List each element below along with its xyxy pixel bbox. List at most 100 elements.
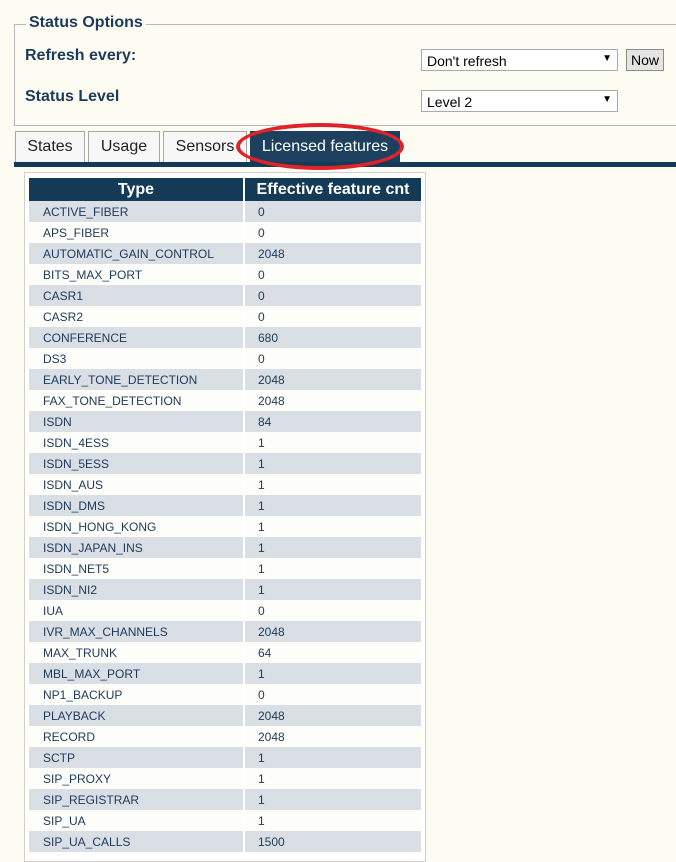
feature-count-cell: 1 xyxy=(245,768,421,789)
feature-type-cell: CASR1 xyxy=(29,285,245,306)
refresh-select-value: Don't refresh xyxy=(427,53,507,69)
table-row: ISDN_5ESS 1 xyxy=(29,453,421,474)
table-row: RECORD 2048 xyxy=(29,726,421,747)
feature-count-cell: 0 xyxy=(245,348,421,369)
table-row: ISDN_JAPAN_INS 1 xyxy=(29,537,421,558)
table-row: FAX_TONE_DETECTION 2048 xyxy=(29,390,421,411)
feature-count-cell: 1 xyxy=(245,537,421,558)
feature-type-cell: FAX_TONE_DETECTION xyxy=(29,390,245,411)
feature-type-cell: ISDN_AUS xyxy=(29,474,245,495)
chevron-down-icon: ▼ xyxy=(602,94,612,105)
tab-states[interactable]: States xyxy=(15,131,85,162)
feature-count-cell: 1 xyxy=(245,810,421,831)
table-row: ISDN_NI2 1 xyxy=(29,579,421,600)
table-row: ACTIVE_FIBER 0 xyxy=(29,201,421,222)
tab-bar-underline xyxy=(14,162,676,167)
feature-type-cell: ISDN xyxy=(29,411,245,432)
table-row: NP1_BACKUP 0 xyxy=(29,684,421,705)
table-row: AUTOMATIC_GAIN_CONTROL 2048 xyxy=(29,243,421,264)
feature-count-cell: 0 xyxy=(245,285,421,306)
column-header-count: Effective feature cnt xyxy=(245,178,421,201)
table-row: APS_FIBER 0 xyxy=(29,222,421,243)
feature-type-cell: ISDN_NET5 xyxy=(29,558,245,579)
feature-count-cell: 2048 xyxy=(245,621,421,642)
status-level-label: Status Level xyxy=(25,88,120,105)
feature-type-cell: SIP_PROXY xyxy=(29,768,245,789)
feature-count-cell: 0 xyxy=(245,201,421,222)
table-body: ACTIVE_FIBER 0 APS_FIBER 0 AUTOMATIC_GAIN_CO… xyxy=(29,201,421,852)
feature-type-cell: CASR2 xyxy=(29,306,245,327)
table-row: MBL_MAX_PORT 1 xyxy=(29,663,421,684)
feature-count-cell: 64 xyxy=(245,642,421,663)
licensed-features-table: Type Effective feature cnt ACTIVE_FIBER 0… xyxy=(29,178,421,852)
table-row: ISDN_DMS 1 xyxy=(29,495,421,516)
feature-count-cell: 2048 xyxy=(245,726,421,747)
feature-count-cell: 2048 xyxy=(245,705,421,726)
feature-type-cell: ISDN_NI2 xyxy=(29,579,245,600)
table-row: SIP_UA 1 xyxy=(29,810,421,831)
feature-type-cell: MAX_TRUNK xyxy=(29,642,245,663)
feature-type-cell: CONFERENCE xyxy=(29,327,245,348)
feature-type-cell: IUA xyxy=(29,600,245,621)
feature-count-cell: 1500 xyxy=(245,831,421,852)
table-row: ISDN_AUS 1 xyxy=(29,474,421,495)
tab-licensed-features[interactable]: Licensed features xyxy=(250,131,400,162)
feature-type-cell: MBL_MAX_PORT xyxy=(29,663,245,684)
feature-count-cell: 0 xyxy=(245,264,421,285)
table-row: CASR2 0 xyxy=(29,306,421,327)
table-row: ISDN_4ESS 1 xyxy=(29,432,421,453)
feature-type-cell: PLAYBACK xyxy=(29,705,245,726)
table-row: IUA 0 xyxy=(29,600,421,621)
table-row: ISDN 84 xyxy=(29,411,421,432)
feature-count-cell: 0 xyxy=(245,306,421,327)
feature-type-cell: ISDN_5ESS xyxy=(29,453,245,474)
feature-count-cell: 1 xyxy=(245,789,421,810)
table-row: SIP_UA_CALLS 1500 xyxy=(29,831,421,852)
feature-count-cell: 0 xyxy=(245,600,421,621)
feature-type-cell: IVR_MAX_CHANNELS xyxy=(29,621,245,642)
feature-type-cell: APS_FIBER xyxy=(29,222,245,243)
table-row: CONFERENCE 680 xyxy=(29,327,421,348)
feature-count-cell: 0 xyxy=(245,222,421,243)
feature-count-cell: 2048 xyxy=(245,390,421,411)
feature-type-cell: ACTIVE_FIBER xyxy=(29,201,245,222)
table-row: PLAYBACK 2048 xyxy=(29,705,421,726)
now-button[interactable]: Now xyxy=(626,49,664,71)
feature-count-cell: 1 xyxy=(245,432,421,453)
feature-type-cell: SCTP xyxy=(29,747,245,768)
licensed-features-panel: Type Effective feature cnt ACTIVE_FIBER 0… xyxy=(24,172,426,862)
table-row: BITS_MAX_PORT 0 xyxy=(29,264,421,285)
status-level-select[interactable]: Level 2 ▼ xyxy=(421,90,618,112)
feature-type-cell: ISDN_HONG_KONG xyxy=(29,516,245,537)
feature-count-cell: 1 xyxy=(245,579,421,600)
feature-type-cell: AUTOMATIC_GAIN_CONTROL xyxy=(29,243,245,264)
feature-count-cell: 84 xyxy=(245,411,421,432)
refresh-select[interactable]: Don't refresh ▼ xyxy=(421,49,618,71)
feature-type-cell: BITS_MAX_PORT xyxy=(29,264,245,285)
feature-type-cell: NP1_BACKUP xyxy=(29,684,245,705)
column-header-type: Type xyxy=(29,178,245,201)
feature-type-cell: EARLY_TONE_DETECTION xyxy=(29,369,245,390)
refresh-label: Refresh every: xyxy=(25,47,137,64)
chevron-down-icon: ▼ xyxy=(602,53,612,64)
feature-type-cell: SIP_REGISTRAR xyxy=(29,789,245,810)
table-row: CASR1 0 xyxy=(29,285,421,306)
tab-sensors[interactable]: Sensors xyxy=(163,131,247,162)
table-row: ISDN_HONG_KONG 1 xyxy=(29,516,421,537)
table-row: SCTP 1 xyxy=(29,747,421,768)
feature-type-cell: RECORD xyxy=(29,726,245,747)
table-row: SIP_REGISTRAR 1 xyxy=(29,789,421,810)
table-row: DS3 0 xyxy=(29,348,421,369)
feature-count-cell: 1 xyxy=(245,516,421,537)
feature-type-cell: SIP_UA xyxy=(29,810,245,831)
feature-count-cell: 2048 xyxy=(245,243,421,264)
table-row: MAX_TRUNK 64 xyxy=(29,642,421,663)
feature-count-cell: 1 xyxy=(245,747,421,768)
status-level-select-value: Level 2 xyxy=(427,94,473,110)
feature-type-cell: DS3 xyxy=(29,348,245,369)
table-row: SIP_PROXY 1 xyxy=(29,768,421,789)
tab-usage[interactable]: Usage xyxy=(88,131,160,162)
table-row: ISDN_NET5 1 xyxy=(29,558,421,579)
feature-count-cell: 0 xyxy=(245,684,421,705)
status-options-legend: Status Options xyxy=(26,14,146,32)
